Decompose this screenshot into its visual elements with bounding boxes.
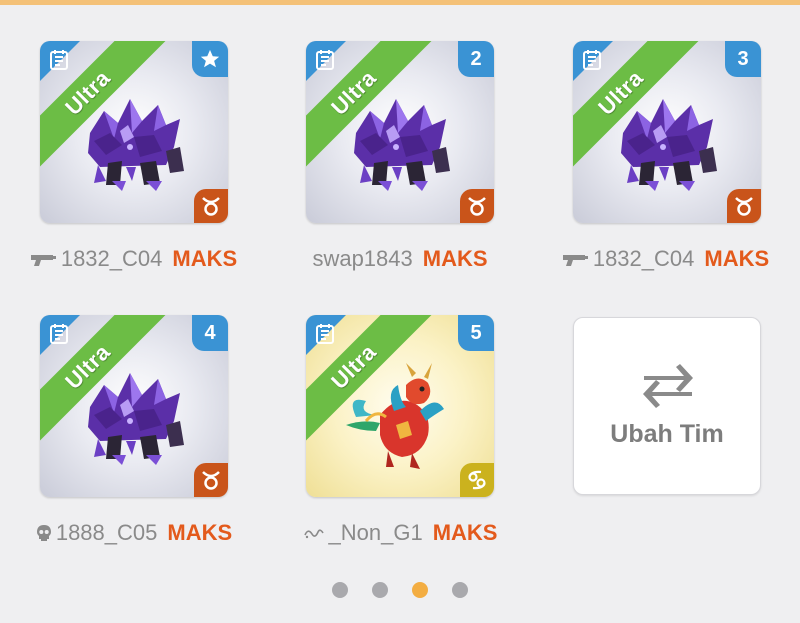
notepad-icon (50, 50, 68, 70)
notepad-icon (316, 324, 334, 344)
slot-3-caption: 1832_C04 MAKS (516, 246, 800, 272)
page-dot-3[interactable] (412, 582, 428, 598)
creature-image (354, 99, 450, 191)
creature-card[interactable]: Ultra 3 (573, 41, 761, 223)
taurus-icon (727, 189, 761, 223)
cancer-icon (460, 463, 494, 497)
team-slot-3[interactable]: Ultra 3 (573, 41, 761, 223)
gun-icon (30, 252, 57, 267)
creature-card[interactable]: Ultra 2 (306, 41, 494, 223)
level-label: MAKS (167, 520, 233, 545)
owner-name: _Non_G1 (328, 520, 423, 545)
creature-image (88, 373, 184, 465)
gun-icon (562, 252, 589, 267)
team-grid: Ultra 1832_C04 MAKS Ultra 2 swap1843 MAK… (0, 0, 800, 623)
notepad-icon (50, 324, 68, 344)
page-dot-2[interactable] (372, 582, 388, 598)
creature-card[interactable]: Ultra 5 (306, 315, 494, 497)
taurus-icon (194, 189, 228, 223)
page-dot-4[interactable] (452, 582, 468, 598)
creature-card[interactable]: Ultra (40, 41, 228, 223)
creature-image (88, 99, 184, 191)
owner-name: 1888_C05 (55, 520, 158, 545)
level-label: MAKS (422, 246, 488, 271)
owner-name: 1832_C04 (592, 246, 695, 271)
page-dot-1[interactable] (332, 582, 348, 598)
slot-5-caption: _Non_G1 MAKS (250, 520, 550, 546)
team-slot-5[interactable]: Ultra 5 (306, 315, 494, 497)
notepad-icon (583, 50, 601, 70)
skull-icon (36, 524, 52, 542)
switch-team-button[interactable]: Ubah Tim (573, 317, 761, 495)
switch-team-label: Ubah Tim (610, 420, 724, 448)
notepad-icon (316, 50, 334, 70)
creature-image (621, 99, 717, 191)
creature-image (344, 361, 446, 471)
team-slot-2[interactable]: Ultra 2 (306, 41, 494, 223)
owner-name: 1832_C04 (60, 246, 163, 271)
slot-1-caption: 1832_C04 MAKS (0, 246, 284, 272)
level-label: MAKS (432, 520, 498, 545)
star-icon (192, 41, 228, 77)
slot-2-caption: swap1843 MAKS (250, 246, 550, 272)
pagination-dots (0, 582, 800, 598)
slot-number-badge: 3 (725, 41, 761, 77)
slot-number-badge: 5 (458, 315, 494, 351)
swap-arrows-icon (643, 364, 693, 408)
creature-card[interactable]: Ultra 4 (40, 315, 228, 497)
level-label: MAKS (704, 246, 770, 271)
slot-4-caption: 1888_C05 MAKS (0, 520, 284, 546)
squiggle-icon (303, 526, 325, 540)
slot-number-badge: 4 (192, 315, 228, 351)
team-slot-4[interactable]: Ultra 4 (40, 315, 228, 497)
team-slot-1[interactable]: Ultra (40, 41, 228, 223)
taurus-icon (194, 463, 228, 497)
level-label: MAKS (172, 246, 238, 271)
slot-number-badge: 2 (458, 41, 494, 77)
taurus-icon (460, 189, 494, 223)
owner-name: swap1843 (312, 246, 413, 271)
